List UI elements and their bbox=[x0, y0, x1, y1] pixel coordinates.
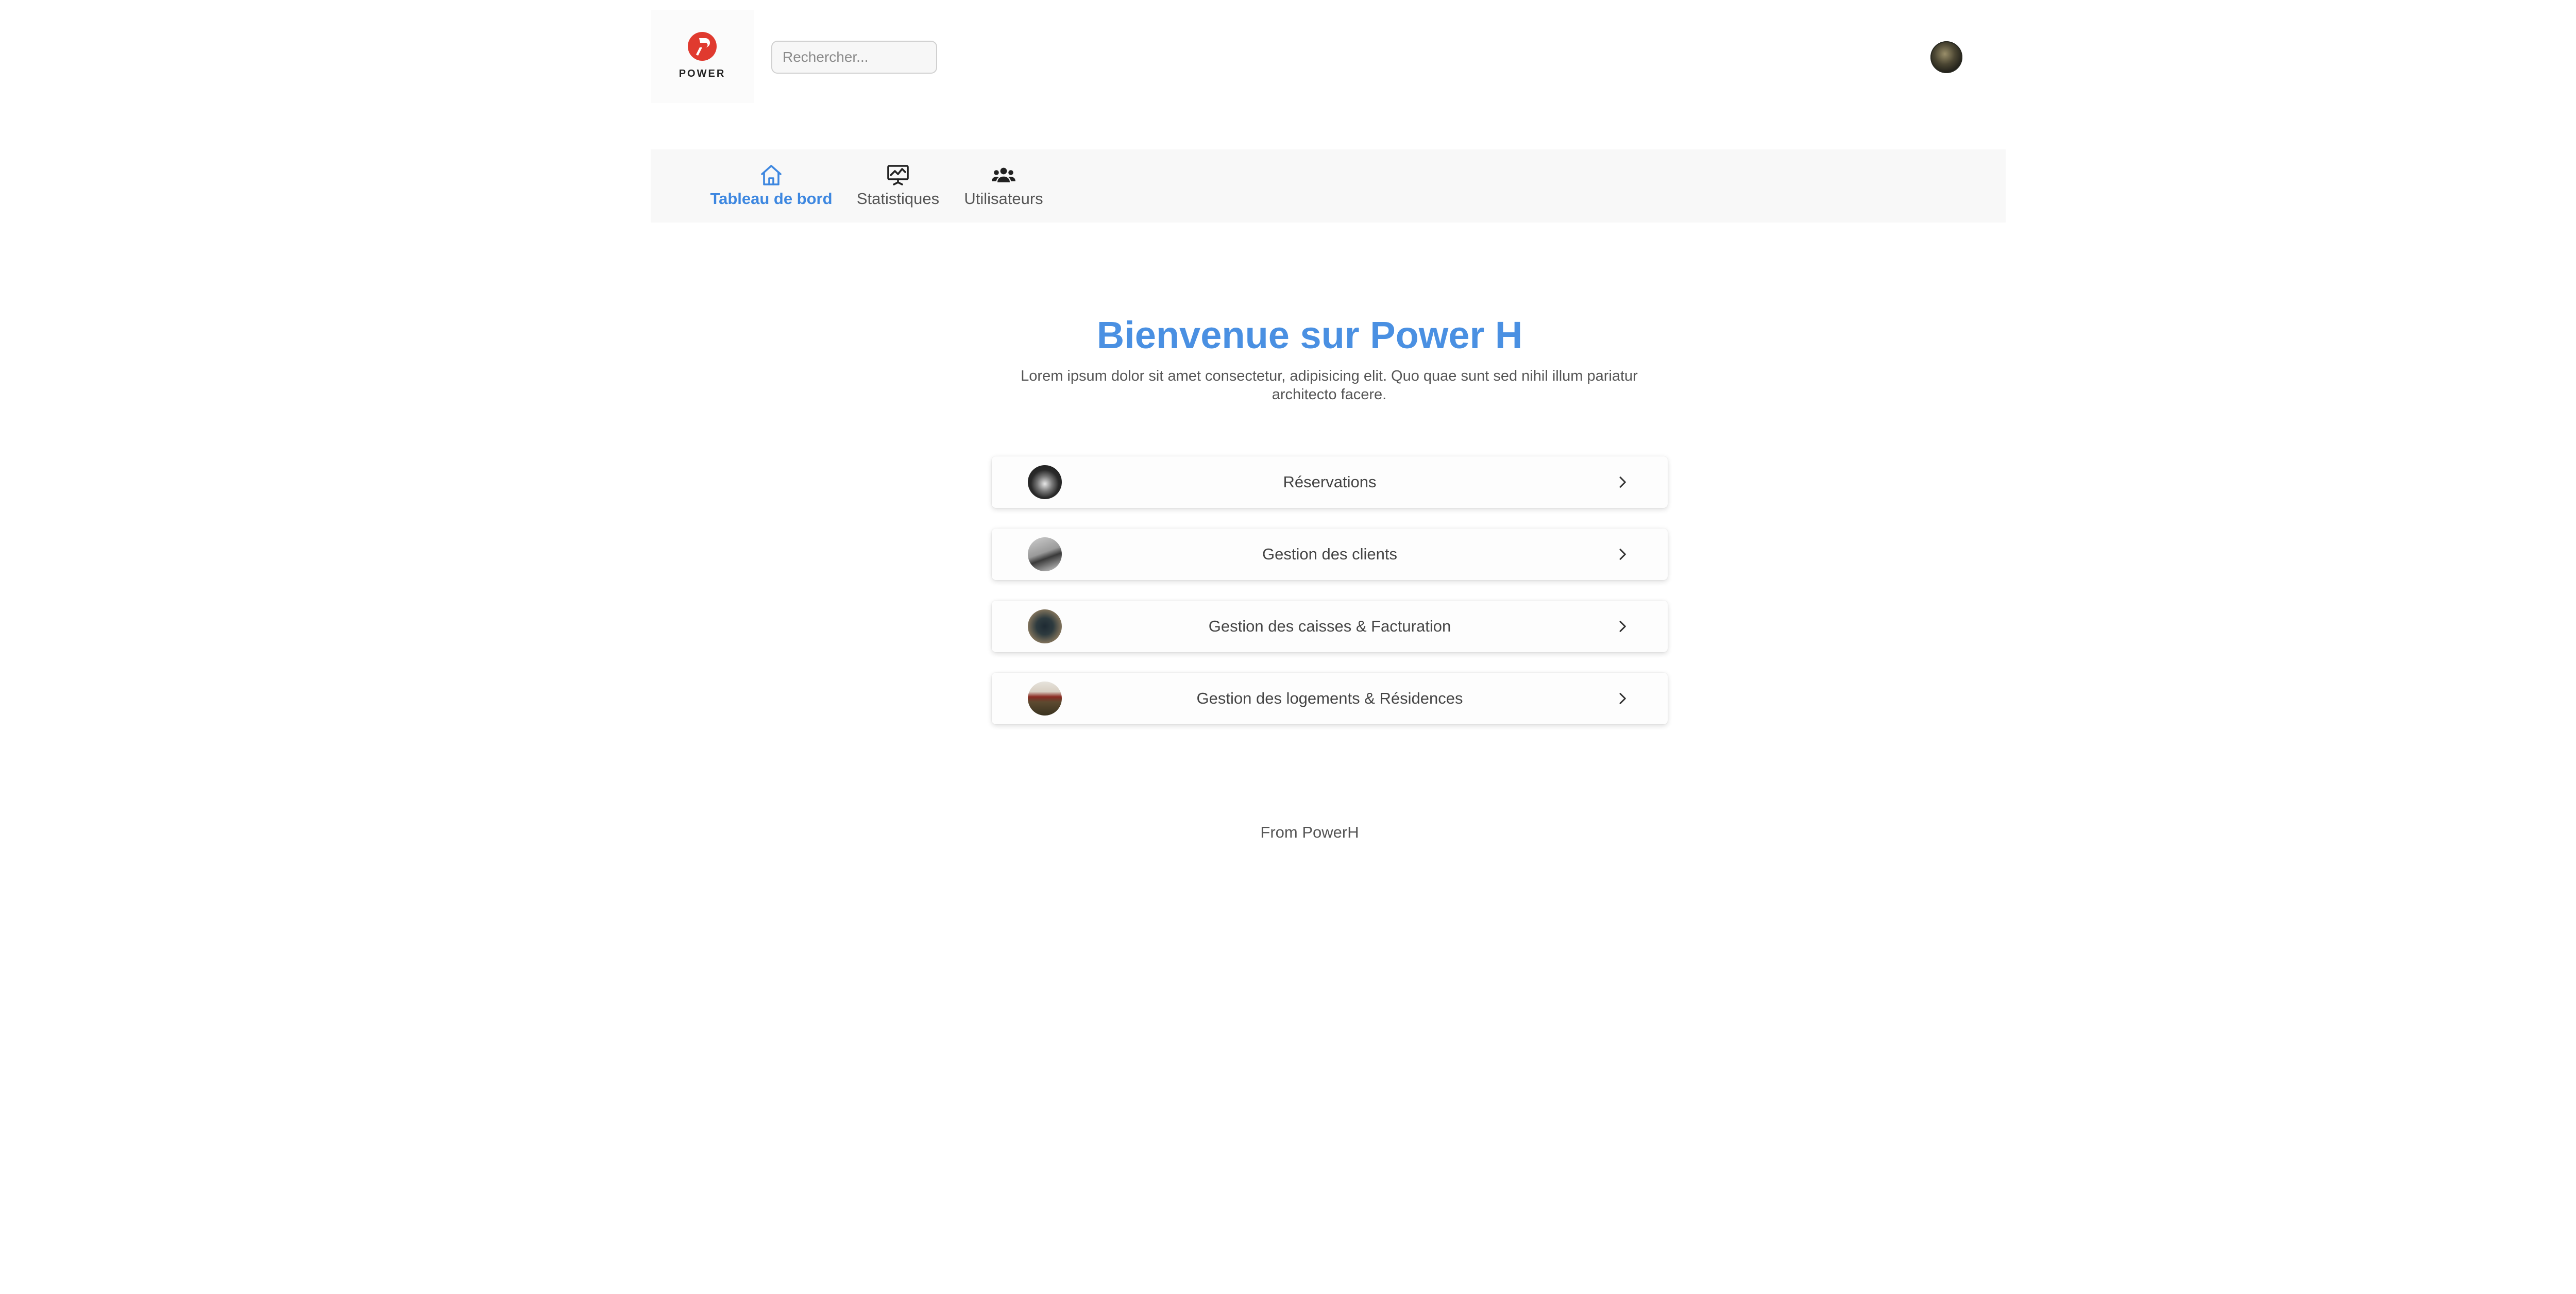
nav-item-utilisateurs[interactable]: Utilisateurs bbox=[960, 149, 1047, 223]
card-label: Réservations bbox=[1283, 473, 1377, 491]
card-reservations[interactable]: Réservations bbox=[992, 456, 1668, 508]
nav-label: Utilisateurs bbox=[964, 190, 1043, 208]
nav-label: Statistiques bbox=[856, 190, 940, 208]
card-thumbnail bbox=[1028, 609, 1062, 643]
chart-board-icon bbox=[887, 165, 909, 185]
card-thumbnail bbox=[1028, 465, 1062, 499]
nav-item-statistiques[interactable]: Statistiques bbox=[852, 149, 944, 223]
card-label: Gestion des logements & Résidences bbox=[1196, 689, 1463, 707]
nav-item-tableau-de-bord[interactable]: Tableau de bord bbox=[709, 149, 833, 223]
chevron-right-icon bbox=[1619, 621, 1626, 632]
chevron-right-icon bbox=[1619, 693, 1626, 704]
card-label: Gestion des caisses & Facturation bbox=[1208, 617, 1451, 635]
header: POWER bbox=[651, 0, 2006, 113]
logo-text: POWER bbox=[679, 68, 726, 79]
footer-text: From PowerH bbox=[1260, 823, 1359, 841]
page-title: Bienvenue sur Power H bbox=[1096, 314, 1523, 356]
nav-label: Tableau de bord bbox=[710, 190, 833, 208]
card-thumbnail bbox=[1028, 682, 1062, 716]
card-gestion-caisses[interactable]: Gestion des caisses & Facturation bbox=[992, 601, 1668, 652]
home-icon bbox=[761, 165, 782, 185]
search-input[interactable] bbox=[771, 41, 937, 74]
main-nav: Tableau de bord Statistiques Utilisateur… bbox=[651, 149, 2006, 223]
power-logo-icon bbox=[688, 32, 717, 61]
card-label: Gestion des clients bbox=[1262, 545, 1397, 563]
page-subtitle: Lorem ipsum dolor sit amet consectetur, … bbox=[1021, 368, 1638, 403]
card-gestion-clients[interactable]: Gestion des clients bbox=[992, 529, 1668, 580]
users-icon bbox=[992, 167, 1015, 182]
card-gestion-logements[interactable]: Gestion des logements & Résidences bbox=[992, 673, 1668, 724]
logo[interactable]: POWER bbox=[651, 10, 754, 103]
user-avatar[interactable] bbox=[1930, 41, 1962, 73]
chevron-right-icon bbox=[1619, 549, 1626, 560]
chevron-right-icon bbox=[1619, 476, 1626, 488]
card-thumbnail bbox=[1028, 537, 1062, 571]
